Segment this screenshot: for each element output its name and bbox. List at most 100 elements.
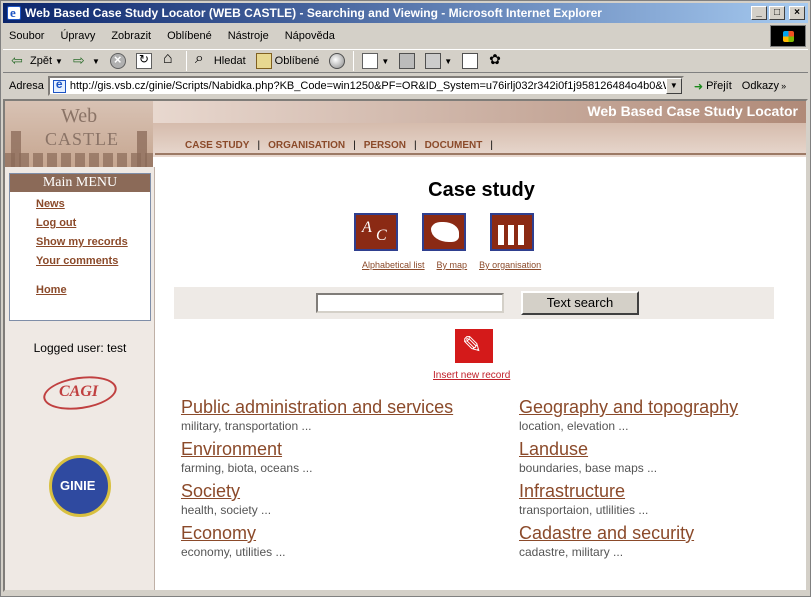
home-button[interactable] [160,50,180,71]
toolbar-separator [185,51,187,71]
main-content: Case study AC Alphabetical list By map B… [157,157,806,590]
refresh-icon [135,52,152,69]
category-link[interactable]: Society [181,481,501,502]
logo-line-1: Web [61,105,98,127]
main-menu-title: Main MENU [10,174,150,192]
menu-item-home[interactable]: Home [36,284,67,296]
top-nav: CASE STUDY | ORGANISATION | PERSON | DOCUME… [185,140,501,151]
category-item: Cadastre and security cadastre, military… [519,523,806,559]
media-button[interactable] [327,51,347,71]
discuss-button[interactable] [460,51,480,71]
forward-dropdown-icon[interactable]: ▼ [92,57,100,66]
main-menu: Main MENU News Log out Show my records Y… [9,173,151,321]
chevron-right-icon: » [781,81,787,91]
maximize-button[interactable]: □ [769,6,785,20]
links-button[interactable]: Odkazy» [742,80,786,92]
favorites-button[interactable]: Oblíbené [254,51,322,71]
back-label: Zpět [30,55,53,67]
edit-dropdown-icon[interactable]: ▼ [444,57,452,66]
search-label: Hledat [213,55,246,67]
category-link[interactable]: Public administration and services [181,397,501,418]
menu-tools[interactable]: Nástroje [228,30,269,42]
refresh-button[interactable] [134,51,154,71]
menu-item-show-my-records[interactable]: Show my records [36,236,128,248]
print-button[interactable] [397,51,417,71]
edit-button[interactable]: ▼ [423,51,454,71]
nav-divider [155,153,806,155]
address-dropdown-icon[interactable]: ▼ [665,78,682,94]
category-link[interactable]: Geography and topography [519,397,806,418]
text-search-button[interactable]: Text search [521,291,639,315]
category-item: Society health, society ... [181,481,501,517]
back-button[interactable]: Zpět ▼ [9,51,65,71]
nav-separator: | [257,140,261,151]
castle-wall-icon [5,153,153,167]
messenger-button[interactable] [486,51,506,71]
mail-button[interactable]: ▼ [360,51,391,71]
banner-title: Web Based Case Study Locator [587,103,798,119]
category-link[interactable]: Landuse [519,439,806,460]
minimize-button[interactable]: _ [751,6,767,20]
alphabetical-list-icon[interactable]: AC [354,213,398,251]
mail-icon [362,53,379,69]
browser-window: Web Based Case Study Locator (WEB CASTLE… [0,0,811,597]
nav-separator: | [413,140,417,151]
alphabetical-list-link[interactable]: Alphabetical list [362,260,425,270]
back-dropdown-icon[interactable]: ▼ [55,57,63,66]
address-label: Adresa [9,80,44,92]
nav-person[interactable]: PERSON [364,140,406,151]
category-link[interactable]: Economy [181,523,501,544]
close-button[interactable]: × [789,6,805,20]
home-icon [162,50,178,69]
go-label: Přejít [706,80,732,92]
menu-help[interactable]: Nápověda [285,30,335,42]
by-organisation-link[interactable]: By organisation [479,260,541,270]
category-link[interactable]: Environment [181,439,501,460]
go-button[interactable]: ➜ Přejít [694,80,732,93]
category-item: Public administration and services milit… [181,397,501,433]
menu-item-your-comments[interactable]: Your comments [36,255,118,267]
menu-view[interactable]: Zobrazit [111,30,151,42]
insert-record-link[interactable]: Insert new record [433,370,510,381]
mail-dropdown-icon[interactable]: ▼ [381,57,389,66]
forward-button[interactable]: ▼ [71,51,102,71]
toolbar: Zpět ▼ ▼ Hledat Oblíbené ▼ ▼ [3,49,808,73]
stop-button[interactable] [108,51,128,71]
map-icon[interactable] [422,213,466,251]
address-bar: Adresa http://gis.vsb.cz/ginie/Scripts/N… [3,74,808,98]
address-input[interactable]: http://gis.vsb.cz/ginie/Scripts/Nabidka.… [47,76,684,96]
toolbar-separator [353,51,355,71]
category-link[interactable]: Infrastructure [519,481,806,502]
edit-icon [425,53,442,69]
nav-organisation[interactable]: ORGANISATION [268,140,345,151]
text-search-input[interactable] [316,293,504,313]
cagi-logo[interactable]: CAGI [39,372,119,414]
page-icon [52,78,66,93]
back-arrow-icon [11,52,27,69]
menu-favorites[interactable]: Oblíbené [167,30,212,42]
nav-document[interactable]: DOCUMENT [425,140,483,151]
menu-edit[interactable]: Úpravy [60,30,95,42]
search-panel: Text search [174,287,774,319]
address-url: http://gis.vsb.cz/ginie/Scripts/Nabidka.… [69,80,684,92]
insert-record-icon[interactable] [455,329,493,363]
go-arrow-icon: ➜ [693,80,704,93]
search-icon [195,50,211,69]
search-button[interactable]: Hledat [193,50,248,71]
ginie-logo[interactable]: GINIE [49,455,111,517]
page-viewport: Web Based Case Study Locator Web CASTLE … [3,99,808,592]
nav-case-study[interactable]: CASE STUDY [185,140,249,151]
category-description: cadastre, military ... [519,545,624,559]
category-link[interactable]: Cadastre and security [519,523,806,544]
category-description: boundaries, base maps ... [519,461,658,475]
menu-file[interactable]: Soubor [9,30,44,42]
by-map-link[interactable]: By map [437,260,468,270]
organisation-icon[interactable] [490,213,534,251]
category-description: health, society ... [181,503,272,517]
nav-separator: | [353,140,356,151]
title-bar: Web Based Case Study Locator (WEB CASTLE… [3,3,808,23]
web-castle-logo: Web CASTLE [5,101,153,167]
menu-item-log-out[interactable]: Log out [36,217,76,229]
menu-item-news[interactable]: News [36,198,65,210]
logged-user: Logged user: test [33,341,127,355]
